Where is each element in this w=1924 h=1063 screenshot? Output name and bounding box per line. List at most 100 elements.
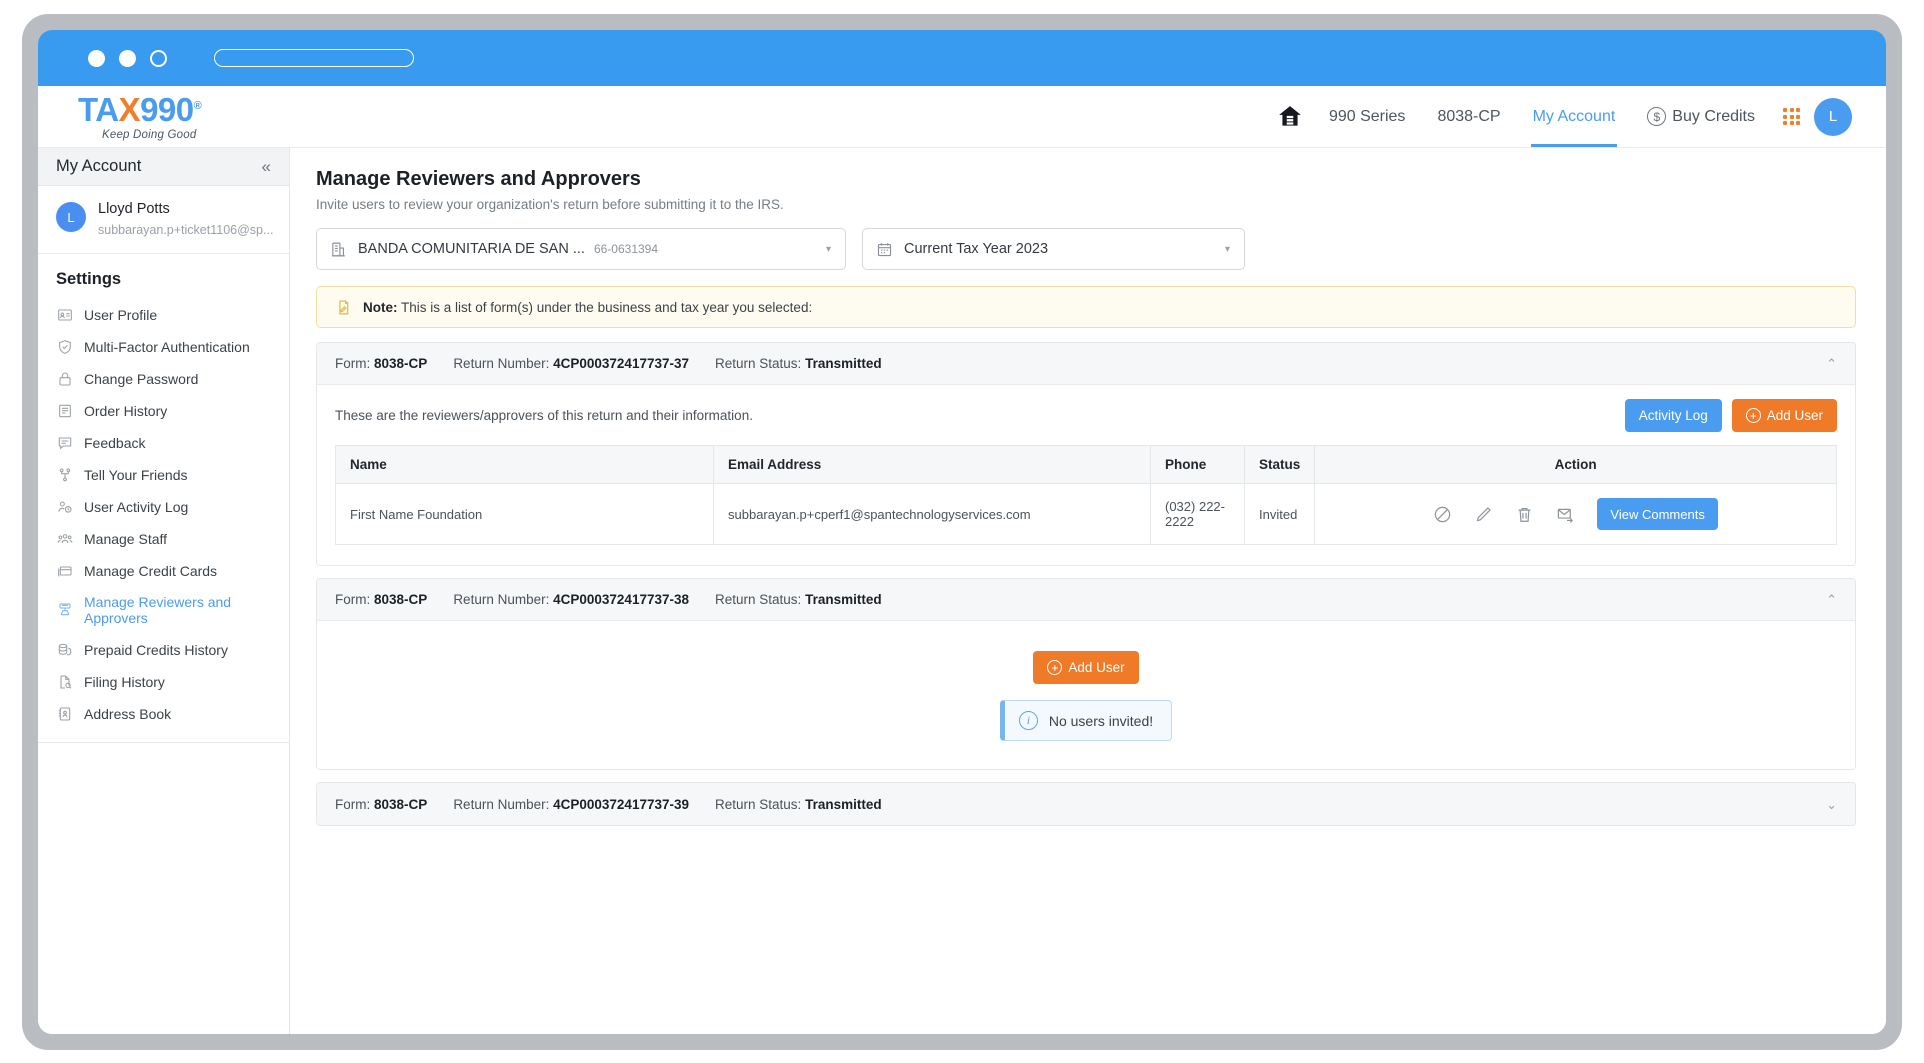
th-email: Email Address <box>713 445 1151 484</box>
avatar[interactable]: L <box>1814 97 1852 136</box>
browser-chrome <box>38 30 1886 86</box>
view-comments-button[interactable]: View Comments <box>1597 498 1718 530</box>
credit-card-icon <box>56 562 73 579</box>
nav-990-series[interactable]: 990 Series <box>1313 86 1422 147</box>
close-dot[interactable] <box>88 49 105 67</box>
business-select-value: BANDA COMUNITARIA DE SAN ... <box>358 241 585 257</box>
return-number-value: 4CP000372417737-37 <box>553 356 689 371</box>
sidebar-item-label: Manage Staff <box>84 530 168 547</box>
nav-my-account[interactable]: My Account <box>1517 86 1632 147</box>
trash-icon[interactable] <box>1515 505 1534 524</box>
sidebar-section-settings: Settings <box>56 269 122 288</box>
sidebar-item-label: Feedback <box>84 434 146 451</box>
accordion-header[interactable]: Form: 8038-CP Return Number: 4CP00037241… <box>317 579 1855 621</box>
accordion-header[interactable]: Form: 8038-CP Return Number: 4CP00037241… <box>317 783 1855 825</box>
sidebar-item-label: User Profile <box>84 306 158 323</box>
accordion-description: These are the reviewers/approvers of thi… <box>335 408 753 423</box>
sidebar-item-prepaid-credits-history[interactable]: Prepaid Credits History <box>38 634 289 666</box>
table-header-row: Name Email Address Phone Status Action <box>335 445 1837 484</box>
block-icon[interactable] <box>1433 505 1452 524</box>
building-icon <box>330 241 347 258</box>
users-group-icon <box>56 530 73 547</box>
return-status-value: Transmitted <box>805 592 882 607</box>
return-status-meta: Return Status: Transmitted <box>715 356 882 371</box>
apps-grid-icon[interactable] <box>1783 108 1800 125</box>
add-user-button[interactable]: + Add User <box>1731 399 1837 432</box>
url-bar[interactable] <box>214 49 414 67</box>
chevron-down-icon[interactable]: ▾ <box>1225 244 1230 255</box>
tax-year-select[interactable]: Current Tax Year 2023 ▾ <box>862 228 1245 270</box>
cell-name: First Name Foundation <box>335 483 714 545</box>
no-users-message: No users invited! <box>1048 712 1154 729</box>
logo-ta: TA <box>78 90 119 128</box>
return-status-value: Transmitted <box>805 796 882 812</box>
return-status-value: Transmitted <box>805 356 882 371</box>
sidebar-item-change-password[interactable]: Change Password <box>38 363 289 395</box>
sidebar-item-label: Address Book <box>84 705 172 722</box>
return-number-label: Return Number: <box>453 796 550 812</box>
th-action: Action <box>1314 445 1837 484</box>
sidebar: My Account « L Lloyd Potts subbarayan.p+… <box>38 148 290 1034</box>
sidebar-item-label: User Activity Log <box>84 498 189 515</box>
nav-8038-cp[interactable]: 8038-CP <box>1421 86 1516 147</box>
coins-icon <box>56 641 73 658</box>
sidebar-item-address-book[interactable]: Address Book <box>38 698 289 730</box>
reviewers-table: Name Email Address Phone Status Action F… <box>335 445 1837 545</box>
activity-log-button[interactable]: Activity Log <box>1624 399 1722 432</box>
device-screen: TAX990® Keep Doing Good 990 Series 8038-… <box>38 30 1886 1034</box>
chevron-down-icon[interactable]: ⌄ <box>1826 798 1837 811</box>
return-number-meta: Return Number: 4CP000372417737-39 <box>453 797 689 812</box>
sidebar-item-label: Order History <box>84 402 168 419</box>
home-icon[interactable] <box>1267 104 1313 130</box>
chevron-up-icon[interactable]: ⌃ <box>1826 357 1837 370</box>
sidebar-item-user-activity-log[interactable]: User Activity Log <box>38 491 289 523</box>
shield-check-icon <box>56 338 73 355</box>
add-user-label: Add User <box>1068 660 1125 675</box>
accordion-header[interactable]: Form: 8038-CP Return Number: 4CP00037241… <box>317 343 1855 385</box>
sidebar-item-order-history[interactable]: Order History <box>38 395 289 427</box>
logo-990: 990 <box>140 90 194 128</box>
sidebar-item-manage-reviewers-and-approvers[interactable]: Manage Reviewers and Approvers <box>38 587 289 634</box>
th-name: Name <box>335 445 714 484</box>
sidebar-avatar: L <box>56 202 86 232</box>
form-value: 8038-CP <box>374 796 428 812</box>
sidebar-item-user-profile[interactable]: User Profile <box>38 299 289 331</box>
sidebar-item-feedback[interactable]: Feedback <box>38 427 289 459</box>
note-text: Note: This is a list of form(s) under th… <box>363 300 812 315</box>
sidebar-item-multi-factor-authentication[interactable]: Multi-Factor Authentication <box>38 331 289 363</box>
logo-tagline: Keep Doing Good <box>102 128 197 141</box>
logo-x: X <box>118 90 141 128</box>
nav-buy-credits[interactable]: $ Buy Credits <box>1631 86 1771 147</box>
return-number-meta: Return Number: 4CP000372417737-37 <box>453 356 689 371</box>
chevron-down-icon[interactable]: ▾ <box>826 244 831 255</box>
dollar-circle-icon: $ <box>1647 107 1667 126</box>
tax990-logo[interactable]: TAX990® Keep Doing Good <box>64 90 202 141</box>
resend-email-icon[interactable] <box>1556 505 1575 524</box>
sidebar-user-email: subbarayan.p+ticket1106@sp... <box>98 222 274 237</box>
business-select[interactable]: BANDA COMUNITARIA DE SAN ... 66-0631394 … <box>316 228 846 270</box>
maximize-dot[interactable] <box>150 49 167 67</box>
sidebar-item-tell-your-friends[interactable]: Tell Your Friends <box>38 459 289 491</box>
form-label: Form: <box>335 796 371 812</box>
minimize-dot[interactable] <box>119 49 136 67</box>
sidebar-item-filing-history[interactable]: Filing History <box>38 666 289 698</box>
cell-actions: View Comments <box>1314 483 1837 545</box>
sidebar-item-label: Tell Your Friends <box>84 466 188 483</box>
top-nav: 990 Series 8038-CP My Account $ Buy Cred… <box>1267 86 1852 147</box>
note-label: Note: <box>363 299 398 315</box>
logo-wordmark: TAX990® <box>78 90 202 128</box>
sidebar-item-manage-credit-cards[interactable]: Manage Credit Cards <box>38 555 289 587</box>
add-user-button[interactable]: + Add User <box>1033 651 1139 684</box>
chevron-up-icon[interactable]: ⌃ <box>1826 593 1837 606</box>
sidebar-item-label: Manage Reviewers and Approvers <box>84 594 232 627</box>
address-book-icon <box>56 705 73 722</box>
sidebar-item-label: Change Password <box>84 370 199 387</box>
edit-pencil-icon[interactable] <box>1474 505 1493 524</box>
sidebar-item-manage-staff[interactable]: Manage Staff <box>38 523 289 555</box>
business-ein: 66-0631394 <box>593 242 659 256</box>
return-status-label: Return Status: <box>715 796 802 812</box>
note-pencil-icon <box>335 298 352 317</box>
form-meta: Form: 8038-CP <box>335 592 427 607</box>
form-label: Form: <box>335 592 371 607</box>
collapse-sidebar-icon[interactable]: « <box>262 158 271 175</box>
